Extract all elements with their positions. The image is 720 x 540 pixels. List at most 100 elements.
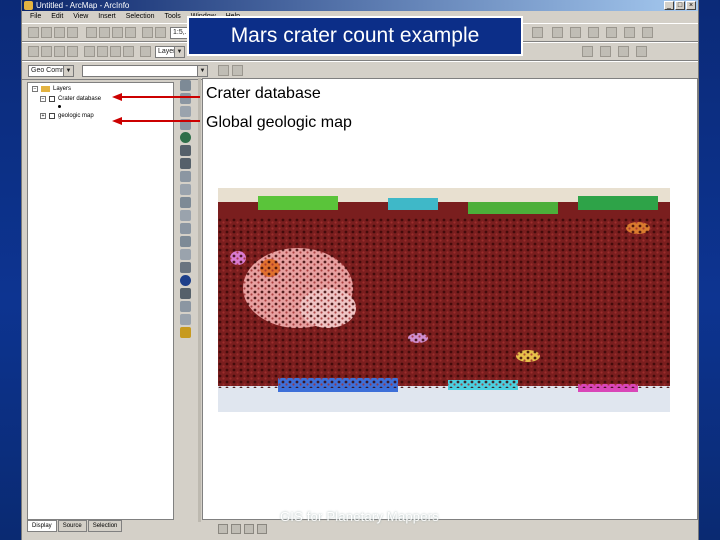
pointer-icon[interactable] (180, 197, 191, 208)
redo-icon[interactable] (155, 27, 166, 38)
pan-icon[interactable] (180, 262, 191, 273)
measure-icon[interactable] (123, 46, 134, 57)
point-symbol-icon (58, 105, 61, 108)
expand-icon[interactable]: + (40, 113, 46, 119)
edit-tool-icon[interactable] (552, 27, 563, 38)
print-icon[interactable] (67, 27, 78, 38)
cut-icon[interactable] (86, 27, 97, 38)
sketch-properties-icon[interactable] (232, 65, 243, 76)
menu-view[interactable]: View (73, 13, 88, 20)
slide-footer: GIS for Planetary Mappers (280, 509, 439, 524)
full-extent-icon[interactable] (67, 46, 78, 57)
close-icon[interactable]: × (686, 1, 696, 10)
binoculars-icon[interactable] (180, 288, 191, 299)
pause-drawing-icon[interactable] (257, 524, 267, 534)
zoom-out-icon[interactable] (180, 93, 191, 104)
table-icon[interactable] (642, 27, 653, 38)
toc-item-crater[interactable]: − Crater database (40, 96, 101, 102)
chevron-down-icon[interactable]: ▼ (197, 66, 207, 76)
georef-icon[interactable] (582, 46, 593, 57)
time-icon[interactable] (180, 314, 191, 325)
crater-dots-layer (218, 218, 670, 388)
status-bar (198, 522, 698, 536)
find-icon[interactable] (180, 223, 191, 234)
tab-display[interactable]: Display (27, 520, 57, 532)
identify-icon[interactable] (97, 46, 108, 57)
window-title: Untitled - ArcMap - ArcInfo (36, 1, 130, 10)
layout-icon[interactable] (624, 27, 635, 38)
attributes-icon[interactable] (218, 65, 229, 76)
menu-edit[interactable]: Edit (51, 13, 63, 20)
fixed-zoom-icon[interactable] (180, 106, 191, 117)
arc-toolbox-icon[interactable] (570, 27, 581, 38)
select-features-icon[interactable] (180, 171, 191, 182)
zoom-in-icon[interactable] (28, 46, 39, 57)
layer-combo[interactable]: Layers ▼ (155, 46, 185, 58)
menu-tools[interactable]: Tools (164, 13, 180, 20)
lightning-icon[interactable] (180, 327, 191, 338)
identify-icon[interactable] (180, 210, 191, 221)
measure-icon[interactable] (180, 236, 191, 247)
tools-icon[interactable] (588, 27, 599, 38)
split-icon[interactable] (636, 46, 647, 57)
label-crater-database: Crater database (206, 85, 321, 102)
new-icon[interactable] (28, 27, 39, 38)
menu-file[interactable]: File (30, 13, 41, 20)
delete-icon[interactable] (125, 27, 136, 38)
data-view-icon[interactable] (218, 524, 228, 534)
chevron-down-icon[interactable]: ▼ (174, 47, 184, 57)
find-icon[interactable] (110, 46, 121, 57)
clear-selection-icon[interactable] (180, 184, 191, 195)
zoom-in-icon[interactable] (180, 80, 191, 91)
minimize-icon[interactable]: _ (664, 1, 674, 10)
tab-selection[interactable]: Selection (87, 520, 123, 532)
undo-icon[interactable] (142, 27, 153, 38)
maximize-icon[interactable]: □ (675, 1, 685, 10)
table-of-contents: − Layers − Crater database + geologic ma… (27, 82, 174, 520)
target-combo[interactable]: ▼ (82, 65, 208, 77)
window-titlebar: Untitled - ArcMap - ArcInfo _ □ × (22, 0, 698, 11)
hyperlink-icon[interactable] (180, 249, 191, 260)
forward-icon[interactable] (180, 158, 191, 169)
toc-root-label: Layers (53, 86, 72, 92)
info-icon[interactable] (180, 275, 191, 286)
globe-icon[interactable] (180, 132, 191, 143)
info-icon[interactable] (606, 27, 617, 38)
pan-icon[interactable] (54, 46, 65, 57)
panel-splitter[interactable] (198, 78, 201, 526)
zoom-out-icon[interactable] (41, 46, 52, 57)
toc-symbol (58, 105, 61, 108)
toc-item-label: geologic map (58, 113, 94, 119)
layer-checkbox[interactable] (49, 96, 55, 102)
open-icon[interactable] (41, 27, 52, 38)
hyperlink-icon[interactable] (140, 46, 151, 57)
slide-title: Mars crater count example (187, 16, 523, 56)
tools-toolbar (177, 78, 195, 338)
back-icon[interactable] (180, 145, 191, 156)
tool-combo[interactable]: Geo Comm... ▼ (28, 65, 74, 77)
editor-icon[interactable] (532, 27, 543, 38)
layer-checkbox[interactable] (49, 113, 55, 119)
toc-root[interactable]: − Layers (32, 86, 71, 92)
layers-icon (41, 86, 50, 92)
paste-icon[interactable] (112, 27, 123, 38)
select-icon[interactable] (84, 46, 95, 57)
chevron-down-icon[interactable]: ▼ (63, 66, 73, 76)
refresh-icon[interactable] (244, 524, 254, 534)
app-icon (24, 1, 33, 10)
fixed-zoom-out-icon[interactable] (180, 119, 191, 130)
save-icon[interactable] (54, 27, 65, 38)
sketch-icon[interactable] (618, 46, 629, 57)
menu-selection[interactable]: Selection (126, 13, 155, 20)
collapse-icon[interactable]: − (32, 86, 38, 92)
vertex-icon[interactable] (600, 46, 611, 57)
mars-geologic-map (218, 188, 670, 412)
layout-view-icon[interactable] (231, 524, 241, 534)
ruler-icon[interactable] (180, 301, 191, 312)
label-global-geologic-map: Global geologic map (206, 114, 352, 131)
copy-icon[interactable] (99, 27, 110, 38)
collapse-icon[interactable]: − (40, 96, 46, 102)
menu-insert[interactable]: Insert (98, 13, 116, 20)
tab-source[interactable]: Source (57, 520, 87, 532)
toc-item-geology[interactable]: + geologic map (40, 113, 94, 119)
